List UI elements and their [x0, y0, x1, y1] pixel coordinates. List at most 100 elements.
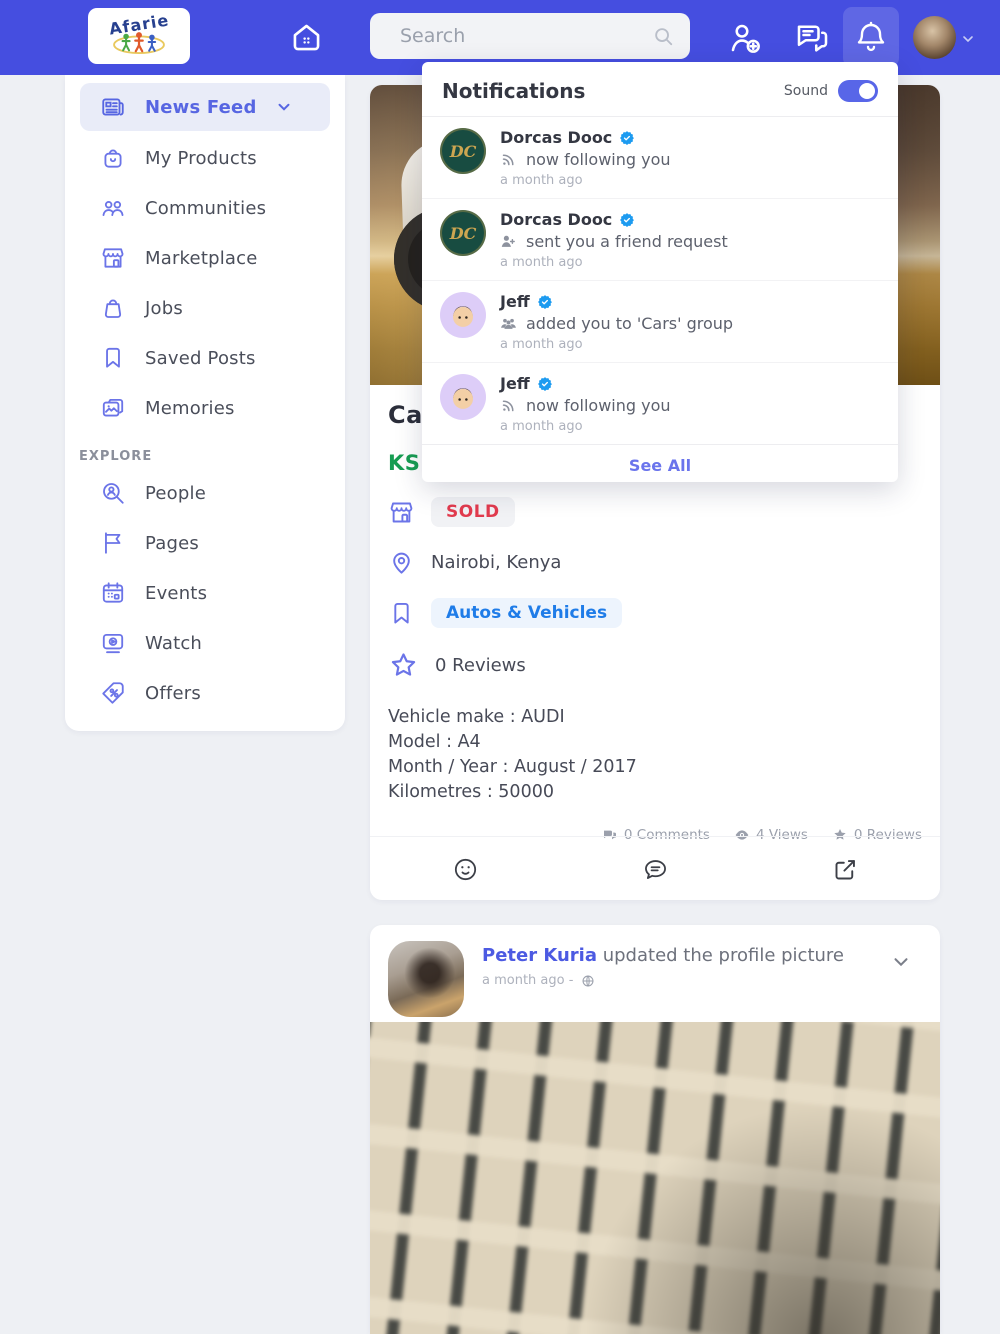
offer-tag-icon: [100, 680, 126, 706]
brand-logo[interactable]: Afarie: [88, 8, 190, 64]
newspaper-icon: [100, 94, 126, 120]
sidebar-item-label: Saved Posts: [145, 347, 256, 369]
notification-time: a month ago: [500, 419, 583, 434]
reviews-count: 0 Reviews: [435, 655, 526, 676]
notification-avatar[interactable]: DC: [440, 128, 486, 174]
chevron-down-icon[interactable]: [960, 31, 976, 47]
notification-item[interactable]: DC Dorcas Dooc now following you a month…: [422, 117, 898, 199]
bookmark-icon: [388, 600, 415, 627]
building-image: [370, 1022, 940, 1334]
notification-name[interactable]: Jeff: [500, 292, 530, 311]
sidebar-item-pages[interactable]: Pages: [65, 518, 345, 568]
page: Afarie Search News Feed My Products Comm…: [0, 0, 1000, 1334]
notification-avatar[interactable]: DC: [440, 210, 486, 256]
left-sidebar: News Feed My Products Communities Market…: [65, 75, 345, 731]
notification-time: a month ago: [500, 255, 583, 270]
sidebar-item-events[interactable]: Events: [65, 568, 345, 618]
sidebar-item-label: Offers: [145, 682, 201, 704]
comment-icon[interactable]: [642, 856, 669, 883]
sidebar-item-watch[interactable]: Watch: [65, 618, 345, 668]
sidebar-item-label: Marketplace: [145, 247, 258, 269]
notifications-bell-button[interactable]: [843, 7, 899, 67]
share-icon[interactable]: [832, 856, 859, 883]
bookmark-icon: [100, 345, 126, 371]
notification-item[interactable]: DC Dorcas Dooc sent you a friend request…: [422, 199, 898, 281]
notification-item[interactable]: Jeff now following you a month ago: [422, 363, 898, 445]
notification-time: a month ago: [500, 173, 583, 188]
flag-icon: [100, 530, 126, 556]
globe-icon: [581, 974, 595, 988]
notification-avatar[interactable]: [440, 374, 486, 420]
sidebar-item-my-products[interactable]: My Products: [65, 133, 345, 183]
post-meta: a month ago -: [482, 973, 595, 988]
verified-badge-icon: [537, 376, 552, 391]
notification-action: sent you a friend request: [526, 232, 728, 251]
messages-icon[interactable]: [793, 20, 829, 56]
notification-time: a month ago: [500, 337, 583, 352]
sidebar-item-news-feed[interactable]: News Feed: [80, 83, 330, 131]
person-plus-icon: [500, 233, 517, 250]
rss-icon: [500, 397, 517, 414]
calendar-icon: [100, 580, 126, 606]
notification-item[interactable]: Jeff added you to 'Cars' group a month a…: [422, 281, 898, 363]
notification-avatar[interactable]: [440, 292, 486, 338]
sidebar-item-label: People: [145, 482, 207, 504]
search-icon[interactable]: [652, 25, 674, 47]
home-icon[interactable]: [288, 19, 325, 56]
verified-badge-icon: [620, 130, 635, 145]
sidebar-item-marketplace[interactable]: Marketplace: [65, 233, 345, 283]
notification-action: now following you: [526, 396, 671, 415]
author-avatar[interactable]: [388, 941, 464, 1017]
users-group-icon: [500, 315, 517, 332]
see-all-link[interactable]: See All: [422, 445, 898, 486]
sidebar-item-saved-posts[interactable]: Saved Posts: [65, 333, 345, 383]
detail-line: Month / Year : August / 2017: [388, 757, 637, 777]
post-menu-chevron-icon[interactable]: [890, 951, 912, 973]
search-input[interactable]: [398, 24, 652, 48]
notification-name[interactable]: Dorcas Dooc: [500, 210, 612, 229]
search-bar: [370, 13, 690, 59]
sidebar-item-people[interactable]: People: [65, 468, 345, 518]
storefront-icon: [388, 499, 415, 526]
notification-name[interactable]: Jeff: [500, 374, 530, 393]
star-icon[interactable]: [388, 650, 419, 681]
users-group-icon: [100, 195, 126, 221]
post-action-text: updated the profile picture: [597, 945, 844, 966]
product-category-chip[interactable]: Autos & Vehicles: [431, 598, 623, 628]
post-header: Peter Kuria updated the profile picture …: [370, 925, 940, 1022]
post-actions: [370, 836, 940, 901]
profile-picture-photo[interactable]: [370, 1022, 940, 1334]
sidebar-item-jobs[interactable]: Jobs: [65, 283, 345, 333]
sound-toggle[interactable]: [838, 80, 878, 102]
location-pin-icon: [388, 549, 415, 576]
post-headline: Peter Kuria updated the profile picture: [482, 945, 844, 966]
watch-video-icon: [100, 630, 126, 656]
bell-icon: [853, 19, 889, 55]
sidebar-item-communities[interactable]: Communities: [65, 183, 345, 233]
profile-update-post-card: Peter Kuria updated the profile picture …: [370, 925, 940, 1334]
notification-action: now following you: [526, 150, 671, 169]
sold-badge: SOLD: [431, 497, 515, 527]
photos-icon: [100, 395, 126, 421]
sidebar-item-label: My Products: [145, 147, 257, 169]
notification-name[interactable]: Dorcas Dooc: [500, 128, 612, 147]
add-friend-icon[interactable]: [727, 20, 763, 56]
shopping-bag-icon: [100, 145, 126, 171]
user-avatar[interactable]: [913, 16, 956, 59]
sidebar-item-label: Watch: [145, 632, 203, 654]
product-details: Vehicle make : AUDI Model : A4 Month / Y…: [388, 705, 922, 805]
react-smiley-icon[interactable]: [452, 856, 479, 883]
sidebar-item-label: Jobs: [145, 297, 183, 319]
verified-badge-icon: [537, 294, 552, 309]
chevron-down-icon: [275, 98, 293, 116]
sidebar-item-label: Memories: [145, 397, 235, 419]
boy-face-icon: [453, 388, 473, 409]
search-person-icon: [100, 480, 126, 506]
notifications-dropdown: Notifications Sound DC Dorcas Dooc now f…: [422, 62, 898, 482]
detail-line: Kilometres : 50000: [388, 782, 554, 802]
author-name-link[interactable]: Peter Kuria: [482, 945, 597, 966]
sidebar-item-label: News Feed: [145, 96, 257, 118]
notifications-title: Notifications: [442, 79, 586, 103]
sidebar-item-offers[interactable]: Offers: [65, 668, 345, 718]
sidebar-item-memories[interactable]: Memories: [65, 383, 345, 433]
